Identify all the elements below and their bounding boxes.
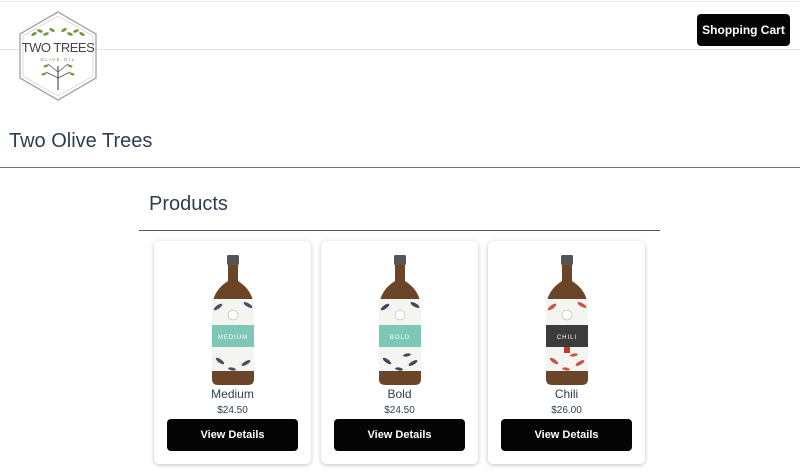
product-price: $26.00 — [551, 405, 582, 416]
logo-subtext: OLIVE OIL — [40, 57, 75, 62]
product-card-chili[interactable]: CHILI Chili $26.00 View Details — [488, 241, 645, 464]
product-name: Bold — [387, 387, 412, 401]
products-divider — [139, 230, 660, 231]
logo-badge[interactable]: TWO TREES OLIVE OIL — [16, 10, 100, 102]
product-name: Chili — [554, 387, 579, 401]
svg-text:BOLD: BOLD — [389, 335, 409, 341]
product-price: $24.50 — [384, 405, 415, 416]
view-details-button-medium[interactable]: View Details — [167, 419, 298, 451]
view-details-button-bold[interactable]: View Details — [334, 419, 465, 451]
product-image-medium[interactable]: MEDIUM — [208, 253, 258, 387]
header-divider — [0, 49, 800, 50]
svg-text:MEDIUM: MEDIUM — [217, 335, 247, 341]
shopping-cart-button[interactable]: Shopping Cart — [697, 14, 790, 46]
product-image-chili[interactable]: CHILI — [542, 253, 592, 387]
page: TWO TREES OLIVE OIL Shopping Cart Two Ol… — [0, 0, 800, 475]
svg-text:CHILI: CHILI — [556, 335, 576, 341]
product-price: $24.50 — [217, 405, 248, 416]
product-image-bold[interactable]: BOLD — [375, 253, 425, 387]
view-details-button-chili[interactable]: View Details — [501, 419, 632, 451]
product-card-medium[interactable]: MEDIUM Medium $24.50 View Details — [154, 241, 311, 464]
logo-text: TWO TREES — [22, 40, 95, 55]
top-border — [0, 1, 800, 2]
products-heading: Products — [149, 193, 228, 215]
section-divider — [0, 167, 800, 168]
product-card-bold[interactable]: BOLD Bold $24.50 View Details — [321, 241, 478, 464]
product-name: Medium — [211, 387, 254, 401]
site-title: Two Olive Trees — [9, 130, 153, 152]
